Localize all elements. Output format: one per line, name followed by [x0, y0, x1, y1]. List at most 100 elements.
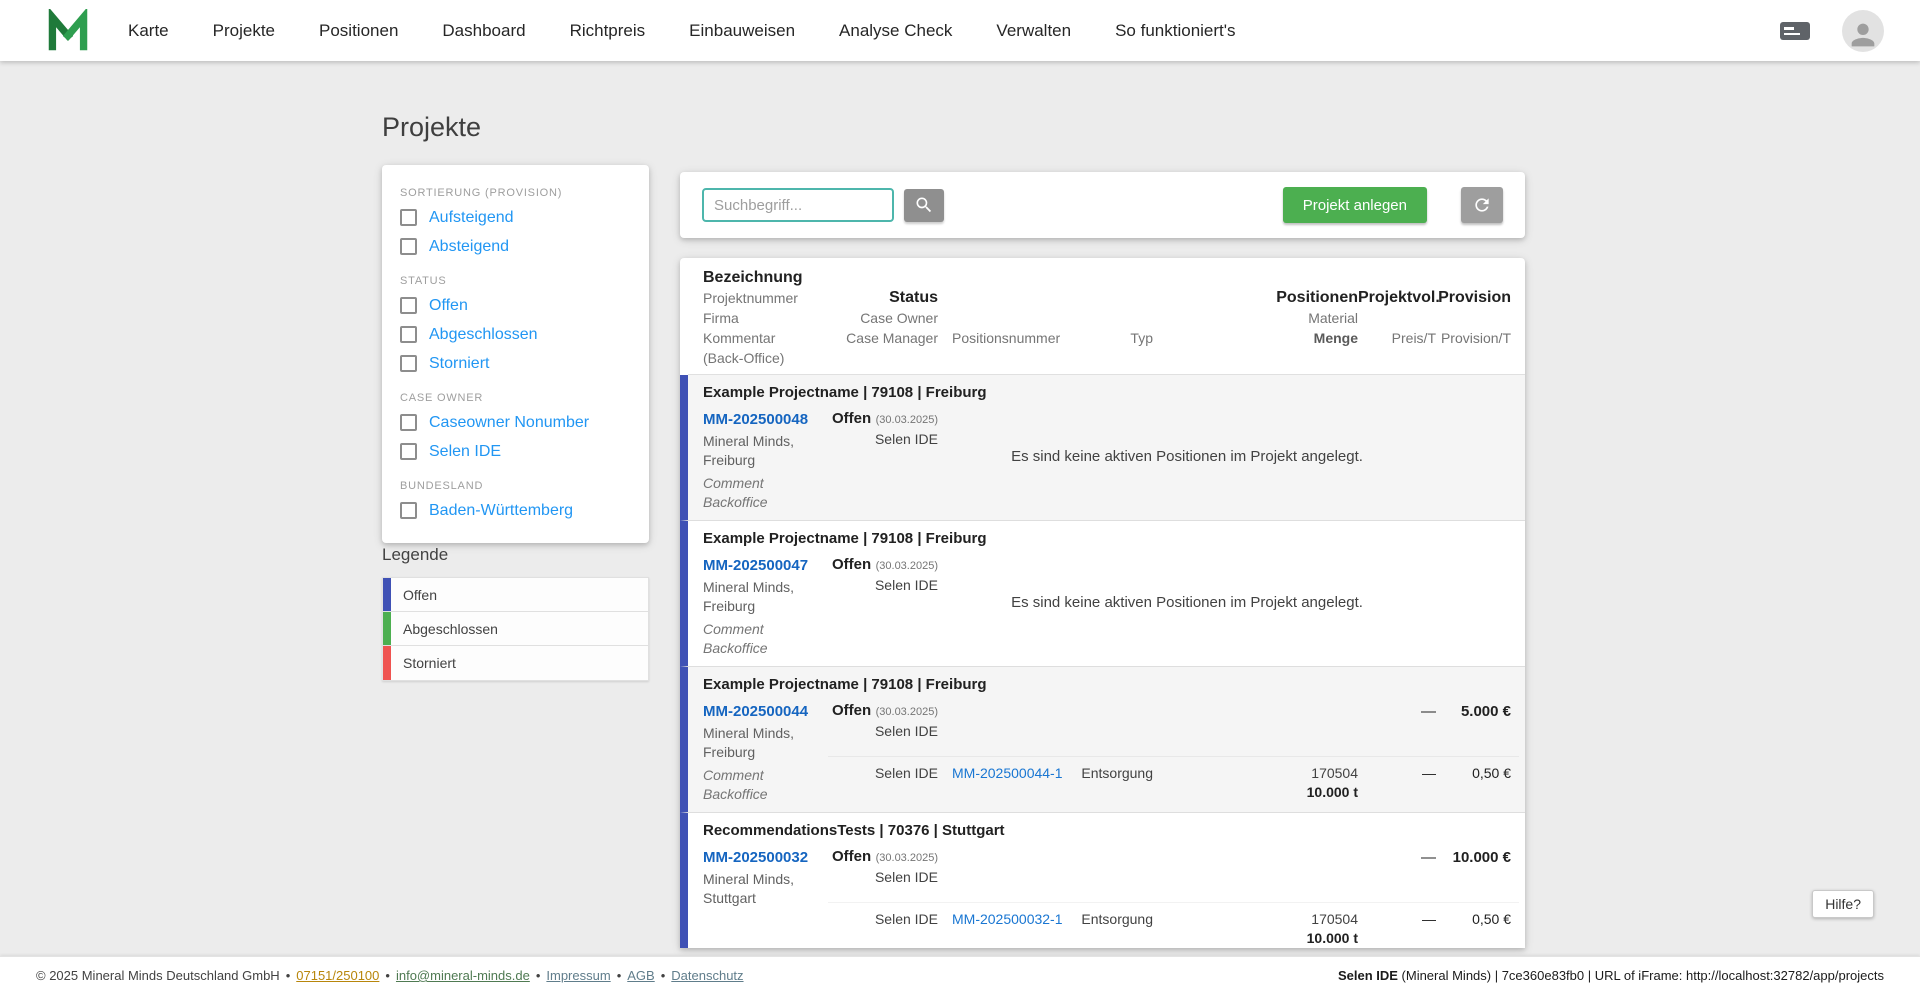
checkbox-icon[interactable] — [400, 414, 417, 431]
filter-option-label: Abgeschlossen — [429, 325, 538, 343]
position-material-menge: 170504 10.000 t — [1307, 764, 1358, 802]
create-project-button[interactable]: Projekt anlegen — [1282, 187, 1427, 223]
project-row[interactable]: Example Projectname | 79108 | Freiburg M… — [680, 667, 1525, 813]
case-owner: Selen IDE — [874, 869, 938, 885]
header-material: Material — [1308, 310, 1358, 326]
checkbox-icon[interactable] — [400, 355, 417, 372]
col-provision: Provision Provision/T — [1436, 268, 1519, 368]
provision-value: 5.000 € — [1460, 703, 1511, 720]
project-number-link[interactable]: MM-202500032 — [703, 848, 808, 868]
search-button[interactable] — [904, 188, 944, 222]
checkbox-icon[interactable] — [400, 502, 417, 519]
separator: • — [285, 968, 291, 983]
company-block: Mineral Minds, Freiburg — [703, 432, 828, 470]
navbar-actions — [1778, 9, 1884, 52]
header-menge: Menge — [1313, 330, 1358, 346]
filter-option-selen-ide[interactable]: Selen IDE — [400, 437, 631, 466]
nav-einbauweisen[interactable]: Einbauweisen — [689, 21, 795, 41]
project-row[interactable]: Example Projectname | 79108 | Freiburg M… — [680, 375, 1525, 521]
project-number-link[interactable]: MM-202500048 — [703, 410, 808, 430]
refresh-icon — [1475, 198, 1489, 212]
position-menge: 10.000 t — [1306, 784, 1358, 800]
nav-so-funktionierts[interactable]: So funktioniert's — [1115, 21, 1235, 41]
project-number-link[interactable]: MM-202500047 — [703, 556, 808, 576]
filter-option-abgeschlossen[interactable]: Abgeschlossen — [400, 320, 631, 349]
help-button[interactable]: Hilfe? — [1812, 890, 1874, 918]
position-provision: 0,50 € — [1472, 765, 1511, 781]
filter-section-sortierung: SORTIERUNG (PROVISION) — [400, 187, 563, 199]
comment-line: Backoffice — [703, 786, 768, 802]
checkbox-icon[interactable] — [400, 297, 417, 314]
mineral-minds-logo[interactable] — [46, 8, 92, 54]
filter-section-bundesland: BUNDESLAND — [400, 480, 484, 492]
status-cell: Offen (30.03.2025) Selen IDE — [832, 556, 938, 600]
copyright: © 2025 Mineral Minds Deutschland GmbH — [36, 968, 280, 983]
filter-option-label: Offen — [429, 296, 468, 314]
filter-option-storniert[interactable]: Storniert — [400, 349, 631, 378]
nav-verwalten[interactable]: Verwalten — [996, 21, 1071, 41]
position-number-link[interactable]: MM-202500032-1 — [938, 910, 1063, 948]
nav-karte[interactable]: Karte — [128, 21, 169, 41]
project-title: Example Projectname | 79108 | Freiburg — [703, 384, 987, 401]
header-projektnummer: Projektnummer — [703, 290, 798, 306]
project-number-link[interactable]: MM-202500044 — [703, 702, 808, 722]
nav-analyse-check[interactable]: Analyse Check — [839, 21, 952, 41]
logo-m-icon — [48, 8, 88, 50]
project-row[interactable]: Example Projectname | 79108 | Freiburg M… — [680, 521, 1525, 667]
position-material: 170504 — [1311, 911, 1358, 927]
separator: • — [385, 968, 390, 983]
case-manager: Selen IDE — [874, 911, 938, 927]
status-date: (30.03.2025) — [875, 414, 938, 426]
card-reader-button[interactable] — [1778, 19, 1812, 43]
separator: • — [616, 968, 622, 983]
checkbox-icon[interactable] — [400, 326, 417, 343]
col-typ: Typ — [1063, 268, 1153, 368]
checkbox-icon[interactable] — [400, 209, 417, 226]
nav-richtpreis[interactable]: Richtpreis — [570, 21, 646, 41]
filter-option-baden-wuerttemberg[interactable]: Baden-Württemberg — [400, 496, 631, 525]
position-number-link[interactable]: MM-202500044-1 — [938, 764, 1063, 802]
filter-option-offen[interactable]: Offen — [400, 291, 631, 320]
header-firma: Firma — [703, 310, 739, 326]
impressum-link[interactable]: Impressum — [546, 968, 610, 983]
email-link[interactable]: info@mineral-minds.de — [396, 968, 530, 983]
position-typ: Entsorgung — [1081, 911, 1153, 927]
company-name: Mineral Minds, — [703, 579, 795, 595]
status-label: Offen — [831, 848, 872, 865]
search-input[interactable] — [702, 188, 894, 222]
position-row: Selen IDE MM-202500044-1 Entsorgung 1705… — [828, 756, 1519, 804]
nav-dashboard[interactable]: Dashboard — [442, 21, 525, 41]
filter-option-label: Selen IDE — [429, 442, 502, 460]
company-name: Mineral Minds, — [703, 871, 795, 887]
company-city: Freiburg — [703, 598, 756, 614]
filter-option-absteigend[interactable]: Absteigend — [400, 232, 631, 261]
comment-line: Comment — [703, 621, 764, 637]
nav-positionen[interactable]: Positionen — [319, 21, 398, 41]
datenschutz-link[interactable]: Datenschutz — [671, 968, 743, 983]
status-label: Offen — [831, 556, 872, 573]
agb-link[interactable]: AGB — [627, 968, 654, 983]
separator: • — [535, 968, 541, 983]
avatar[interactable] — [1842, 9, 1884, 52]
refresh-button[interactable] — [1461, 187, 1503, 223]
footer-links: © 2025 Mineral Minds Deutschland GmbH • … — [36, 968, 744, 983]
position-row: Selen IDE MM-202500032-1 Entsorgung 1705… — [828, 902, 1519, 948]
col-positionen: Positionen Material Menge — [1153, 268, 1358, 368]
table-header: Bezeichnung Projektnummer Firma Kommenta… — [688, 258, 1525, 375]
nav-projekte[interactable]: Projekte — [213, 21, 275, 41]
company-city: Stuttgart — [703, 890, 756, 906]
top-navbar: Karte Projekte Positionen Dashboard Rich… — [0, 0, 1920, 61]
phone-link[interactable]: 07151/250100 — [296, 968, 379, 983]
filter-option-aufsteigend[interactable]: Aufsteigend — [400, 203, 631, 232]
session-user: Selen IDE — [1337, 968, 1398, 983]
comment-line: Comment — [703, 767, 764, 783]
checkbox-icon[interactable] — [400, 443, 417, 460]
filter-option-caseowner-nonumber[interactable]: Caseowner Nonumber — [400, 408, 631, 437]
checkbox-icon[interactable] — [400, 238, 417, 255]
company-city: Freiburg — [703, 452, 756, 468]
header-projektvol: Projektvol. — [1358, 289, 1440, 306]
main-nav: Karte Projekte Positionen Dashboard Rich… — [128, 21, 1236, 41]
header-case-owner: Case Owner — [860, 310, 938, 326]
separator: • — [660, 968, 666, 983]
project-row[interactable]: RecommendationsTests | 70376 | Stuttgart… — [680, 813, 1525, 948]
